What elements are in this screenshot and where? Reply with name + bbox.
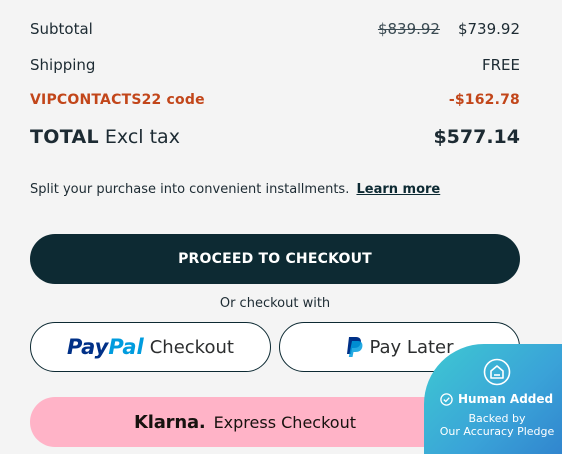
human-added-label: Human Added	[458, 392, 554, 406]
accuracy-pledge-badge[interactable]: Human Added Backed by Our Accuracy Pledg…	[424, 344, 562, 454]
paypal-logo-pal: Pal	[108, 335, 144, 359]
backed-by-line1: Backed by	[468, 412, 526, 425]
check-circle-icon	[440, 392, 453, 406]
paypal-logo: PayPal	[67, 335, 144, 359]
total-label-suffix: Excl tax	[104, 126, 180, 148]
learn-more-link[interactable]: Learn more	[356, 182, 440, 197]
installments-note: Split your purchase into convenient inst…	[30, 182, 440, 197]
shipping-value: FREE	[481, 56, 520, 74]
human-added-row: Human Added	[440, 392, 553, 406]
total-value: $577.14	[433, 126, 520, 148]
discount-row: VIPCONTACTS22 code -$162.78	[30, 92, 520, 108]
pay-later-label: Pay Later	[369, 336, 454, 358]
subtotal-label: Subtotal	[30, 20, 93, 38]
paypal-logo-pay: Pay	[67, 335, 109, 359]
subtotal-values: $839.92 $739.92	[378, 20, 520, 38]
or-checkout-with-label: Or checkout with	[219, 296, 331, 311]
discount-value: -$162.78	[448, 92, 520, 108]
discount-code-label: VIPCONTACTS22 code	[30, 92, 205, 108]
proceed-to-checkout-button[interactable]: PROCEED TO CHECKOUT	[30, 234, 520, 284]
subtotal-row: Subtotal $839.92 $739.92	[30, 20, 520, 38]
total-row: TOTAL Excl tax $577.14	[30, 126, 520, 148]
subtotal-original-price: $839.92	[377, 20, 440, 38]
shield-icon	[483, 358, 511, 386]
backed-by-line2: Our Accuracy Pledge	[439, 425, 555, 438]
paypal-checkout-label: Checkout	[149, 336, 234, 358]
paypal-icon	[347, 337, 363, 357]
installments-text: Split your purchase into convenient inst…	[30, 182, 350, 197]
shipping-label: Shipping	[30, 56, 96, 74]
subtotal-price: $739.92	[457, 20, 520, 38]
total-label: TOTAL Excl tax	[30, 126, 180, 148]
total-label-bold: TOTAL	[30, 126, 99, 148]
shipping-row: Shipping FREE	[30, 56, 520, 74]
klarna-express-checkout-label: Express Checkout	[213, 412, 356, 432]
paypal-checkout-button[interactable]: PayPal Checkout	[30, 322, 271, 372]
backed-by-text: Backed by Our Accuracy Pledge	[424, 412, 562, 438]
klarna-logo: Klarna.	[134, 411, 206, 433]
